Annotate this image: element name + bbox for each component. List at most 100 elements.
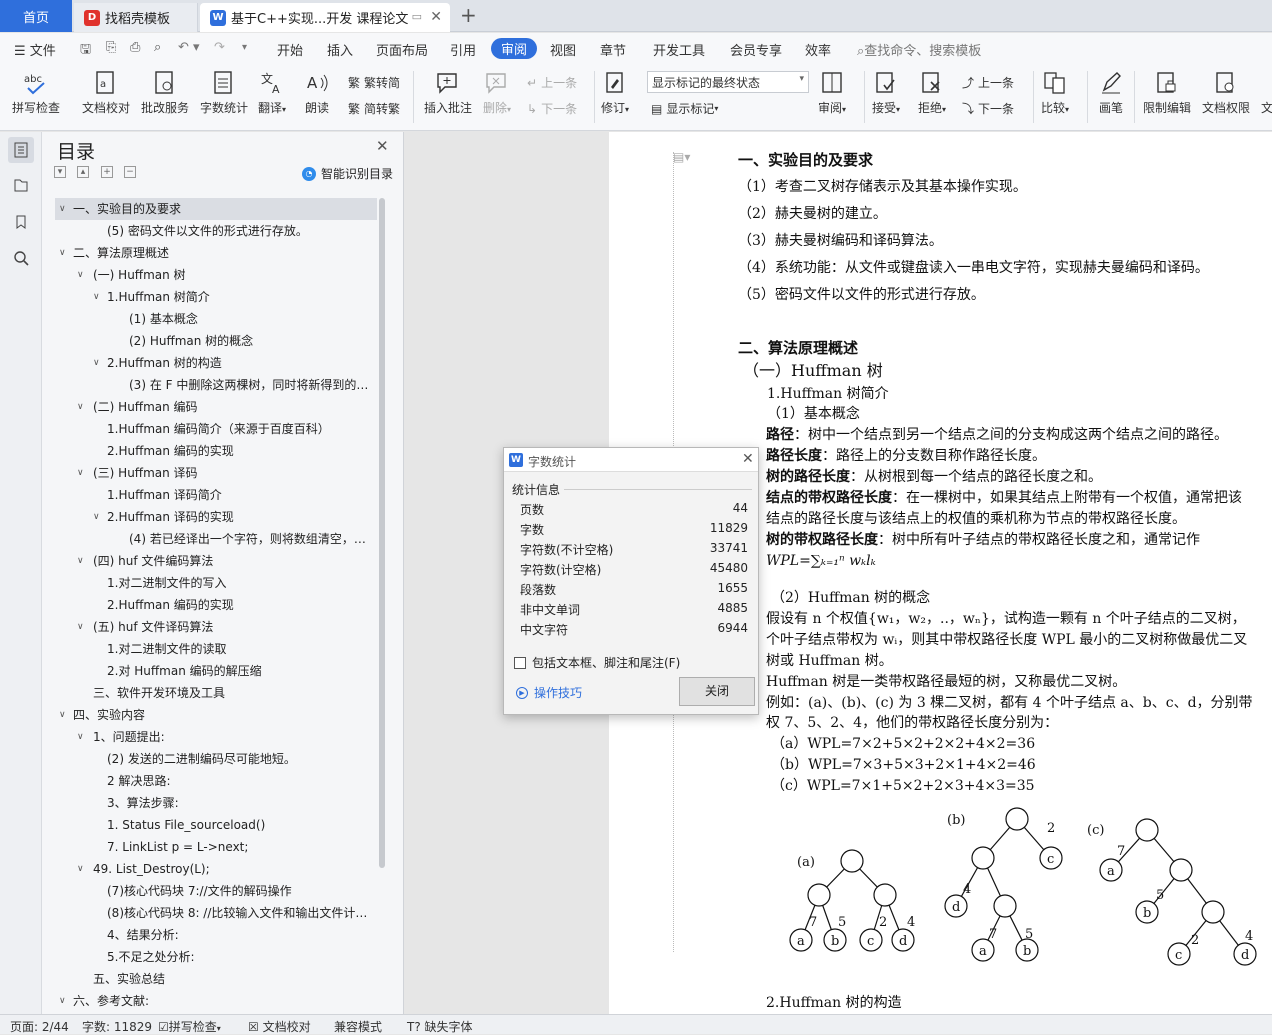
include-textbox-checkbox[interactable]: 包括文本框、脚注和尾注(F): [514, 654, 680, 671]
toc-item[interactable]: ∨ 一、实验目的及要求: [55, 198, 377, 220]
dialog-titlebar[interactable]: W 字数统计 ✕: [504, 448, 758, 472]
toc-item[interactable]: 4、结果分析:: [55, 924, 377, 946]
reject-button[interactable]: 拒绝▾: [918, 67, 946, 116]
menu-view[interactable]: 视图: [550, 40, 576, 59]
expand-toggle-icon[interactable]: ∨: [77, 616, 84, 638]
toc-item[interactable]: ∨ 二、算法原理概述: [55, 242, 377, 264]
close-icon[interactable]: ✕: [742, 451, 754, 467]
expand-toggle-icon[interactable]: ∨: [77, 550, 84, 572]
review-pane-button[interactable]: 审阅▾: [818, 67, 846, 116]
more-ribbon-button[interactable]: 文: [1261, 67, 1272, 116]
menu-reference[interactable]: 引用: [450, 40, 476, 59]
toc-item[interactable]: (1) 基本概念: [55, 308, 377, 330]
annotate-service-button[interactable]: 批改服务: [141, 67, 189, 116]
toc-item[interactable]: (8)核心代码块 8: //比较输入文件和输出文件计算压缩率: [55, 902, 377, 924]
toc-item[interactable]: (4) 若已经译出一个字符，则将数组清空，继续译码: [55, 528, 377, 550]
expand-toggle-icon[interactable]: ∨: [59, 704, 66, 726]
toc-scrollbar[interactable]: [379, 198, 385, 868]
next-comment-button[interactable]: ↳ 下一条: [527, 100, 577, 117]
show-markup-button[interactable]: ▤ 显示标记 ▾: [651, 100, 718, 117]
pen-button[interactable]: 画笔: [1097, 67, 1125, 116]
expand-toggle-icon[interactable]: ∨: [93, 352, 100, 374]
pin-icon[interactable]: ▭: [412, 10, 422, 23]
tips-link[interactable]: ▶ 操作技巧: [516, 684, 582, 701]
undo-icon[interactable]: ↶ ▾: [178, 40, 200, 55]
expand-toggle-icon[interactable]: ∨: [77, 858, 84, 880]
toc-item[interactable]: 2.Huffman 编码的实现: [55, 440, 377, 462]
expand-up-icon[interactable]: ▴: [77, 166, 89, 178]
expand-toggle-icon[interactable]: ∨: [59, 990, 66, 1010]
toc-item[interactable]: ∨ 1、问题提出:: [55, 726, 377, 748]
translate-button[interactable]: 文A 翻译▾: [258, 67, 286, 116]
search-icon[interactable]: [11, 248, 31, 268]
bookmark-icon[interactable]: [11, 212, 31, 232]
next-change-button[interactable]: ⤵ 下一条: [962, 100, 1014, 117]
more-quick-icon[interactable]: ▾: [242, 42, 247, 53]
checkbox-box[interactable]: [514, 656, 526, 669]
menu-layout[interactable]: 页面布局: [376, 40, 428, 59]
page-indicator[interactable]: 页面: 2/44: [10, 1018, 69, 1035]
toc-item[interactable]: (2) Huffman 树的概念: [55, 330, 377, 352]
toc-item[interactable]: 3、算法步骤:: [55, 792, 377, 814]
word-count-button[interactable]: 字数统计: [200, 67, 248, 116]
tab-template[interactable]: D 找稻壳模板: [74, 3, 198, 32]
tab-document[interactable]: W 基于C++实现...开发 课程论文 ▭ ✕: [200, 3, 450, 32]
command-search[interactable]: ⌕查找命令、搜索模板: [857, 40, 981, 59]
new-tab-button[interactable]: +: [460, 3, 477, 27]
toc-item[interactable]: ∨ (三) Huffman 译码: [55, 462, 377, 484]
toc-item[interactable]: 三、软件开发环境及工具: [55, 682, 377, 704]
collapse-all-icon[interactable]: ▾: [54, 166, 66, 178]
compare-button[interactable]: 比较▾: [1041, 67, 1069, 116]
menu-member[interactable]: 会员专享: [730, 40, 782, 59]
add-heading-icon[interactable]: +: [101, 166, 113, 178]
toc-item[interactable]: (2) 发送的二进制编码尽可能地短。: [55, 748, 377, 770]
status-doc-proof[interactable]: ☒ 文档校对: [248, 1018, 311, 1035]
toc-item[interactable]: 五、实验总结: [55, 968, 377, 990]
toc-item[interactable]: 1.对二进制文件的写入: [55, 572, 377, 594]
expand-toggle-icon[interactable]: ∨: [77, 396, 84, 418]
close-button[interactable]: 关闭: [679, 677, 755, 706]
file-menu[interactable]: ☰ 文件: [14, 40, 56, 59]
toc-item[interactable]: ∨ (五) huf 文件译码算法: [55, 616, 377, 638]
toc-item[interactable]: ∨ 2.Huffman 译码的实现: [55, 506, 377, 528]
toc-item[interactable]: 2.对 Huffman 编码的解压缩: [55, 660, 377, 682]
missing-font[interactable]: T? 缺失字体: [407, 1018, 473, 1035]
read-aloud-button[interactable]: A 朗读: [303, 67, 331, 116]
menu-start[interactable]: 开始: [277, 40, 303, 59]
prev-change-button[interactable]: ⤴ 上一条: [962, 74, 1014, 91]
export-pdf-icon[interactable]: ⎘: [106, 40, 116, 55]
expand-toggle-icon[interactable]: ∨: [77, 726, 84, 748]
print-icon[interactable]: ⎙: [130, 40, 140, 55]
smart-toc-button[interactable]: ◔ 智能识别目录: [302, 165, 393, 182]
print-preview-icon[interactable]: ⌕: [154, 40, 161, 55]
toc-item[interactable]: ∨ 六、参考文献:: [55, 990, 377, 1010]
toc-item[interactable]: 1. Status File_sourceload(): [55, 814, 377, 836]
insert-comment-button[interactable]: 插入批注: [424, 67, 472, 116]
expand-toggle-icon[interactable]: ∨: [93, 506, 100, 528]
toc-item[interactable]: (5) 密码文件以文件的形式进行存放。: [55, 220, 377, 242]
delete-comment-button[interactable]: 删除▾: [483, 67, 511, 116]
toc-item[interactable]: 1.Huffman 编码简介（来源于百度百科）: [55, 418, 377, 440]
close-icon[interactable]: ✕: [376, 137, 389, 155]
expand-toggle-icon[interactable]: ∨: [77, 264, 84, 286]
menu-insert[interactable]: 插入: [327, 40, 353, 59]
paragraph-menu-icon[interactable]: ▤▾: [673, 150, 690, 164]
toc-item[interactable]: 2 解决思路:: [55, 770, 377, 792]
toc-item[interactable]: 5.不足之处分析:: [55, 946, 377, 968]
redo-icon[interactable]: ↷: [214, 40, 225, 55]
trad-to-simp-button[interactable]: 繁繁转简: [348, 74, 400, 91]
simp-to-trad-button[interactable]: 繁简转繁: [348, 100, 400, 117]
expand-toggle-icon[interactable]: ∨: [93, 286, 100, 308]
expand-toggle-icon[interactable]: ∨: [59, 242, 66, 264]
close-tab-icon[interactable]: ✕: [430, 9, 442, 25]
toc-item[interactable]: ∨ 2.Huffman 树的构造: [55, 352, 377, 374]
expand-toggle-icon[interactable]: ∨: [77, 462, 84, 484]
toc-item[interactable]: 1.对二进制文件的读取: [55, 638, 377, 660]
status-spell-check[interactable]: ☑拼写检查▾: [158, 1018, 221, 1035]
tab-home[interactable]: 首页: [0, 0, 72, 32]
markup-state-select[interactable]: 显示标记的最终状态 ▾: [647, 71, 809, 93]
toc-item[interactable]: ∨ 1.Huffman 树简介: [55, 286, 377, 308]
toc-item[interactable]: 1.Huffman 译码简介: [55, 484, 377, 506]
remove-heading-icon[interactable]: −: [124, 166, 136, 178]
spell-check-button[interactable]: abc 拼写检查: [12, 67, 60, 116]
